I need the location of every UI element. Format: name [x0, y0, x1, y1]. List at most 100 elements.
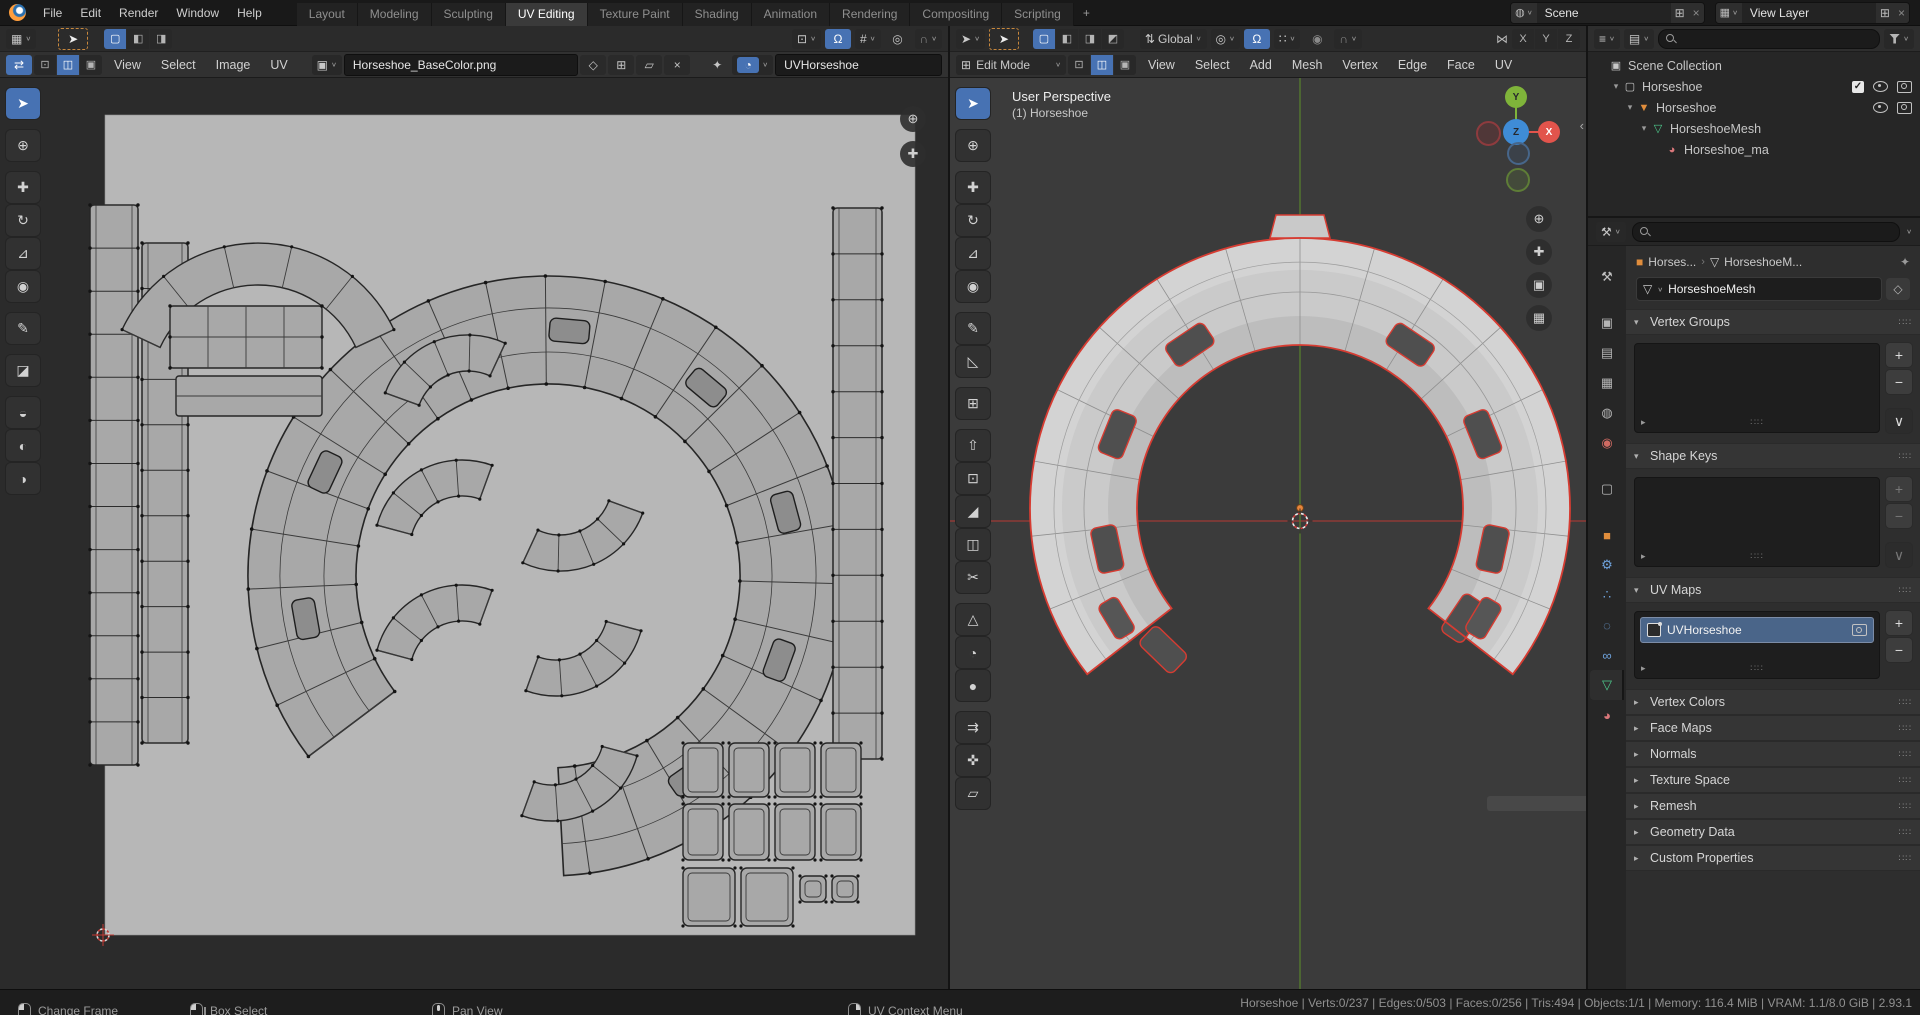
- add-button[interactable]: +: [1886, 477, 1912, 501]
- uv-scale-tool[interactable]: ⊿: [6, 238, 40, 269]
- vp-menu-mesh[interactable]: Mesh: [1282, 53, 1333, 77]
- uv-rip-region-tool[interactable]: ◪: [6, 355, 40, 386]
- breadcrumb-data[interactable]: HorseshoeM...: [1724, 255, 1802, 269]
- outliner-display-dropdown[interactable]: ≡ ∨: [1594, 28, 1620, 49]
- eye-icon[interactable]: [1873, 81, 1888, 92]
- properties-tab-view-layer[interactable]: ▦: [1590, 368, 1624, 398]
- drag-dots-icon[interactable]: ∷∷: [1899, 451, 1912, 462]
- vp-menu-uv[interactable]: UV: [1485, 53, 1522, 77]
- uv-active-tool-indicator[interactable]: ➤: [58, 27, 89, 50]
- zoom-icon[interactable]: ⊕: [900, 106, 926, 132]
- panel-header[interactable]: ▸ Face Maps ∷∷: [1626, 715, 1920, 741]
- vp-knife-tool[interactable]: ✂: [956, 562, 990, 593]
- vp-select-subtract-button[interactable]: ◨: [1078, 28, 1101, 49]
- drag-dots-icon[interactable]: ∷∷: [1899, 801, 1912, 812]
- uv-face-mode-button[interactable]: ▣: [80, 54, 102, 75]
- uv-snap-target-dropdown[interactable]: # ∨: [854, 28, 881, 49]
- navigation-gizmo[interactable]: Y Z X: [1476, 86, 1560, 194]
- vp-snap-target-dropdown[interactable]: ∷ ∨: [1273, 28, 1301, 49]
- uv-relax-tool[interactable]: ◐: [6, 430, 40, 461]
- add-workspace-button[interactable]: +: [1074, 3, 1099, 23]
- properties-tab-world[interactable]: ◉: [1590, 428, 1624, 458]
- uv-menu-select[interactable]: Select: [151, 53, 206, 77]
- properties-tab-material[interactable]: ◕: [1590, 700, 1624, 730]
- uv-grab-tool[interactable]: ◒: [6, 397, 40, 428]
- camera-icon[interactable]: [1897, 101, 1912, 114]
- outliner-search-input[interactable]: [1658, 28, 1881, 49]
- drag-dots-icon[interactable]: ∷∷: [1899, 723, 1912, 734]
- uv-edge-mode-button[interactable]: ◫: [57, 54, 79, 75]
- ortho-grid-icon[interactable]: ▦: [1526, 305, 1552, 331]
- scene-new-button[interactable]: ⊞: [1670, 2, 1689, 23]
- properties-editor-dropdown[interactable]: ⚒ ∨: [1596, 221, 1626, 242]
- menu-edit[interactable]: Edit: [71, 0, 110, 26]
- fake-user-shield-button[interactable]: ◇: [580, 54, 607, 75]
- vp-select-invert-button[interactable]: ◩: [1101, 28, 1124, 49]
- vp-poly-build-tool[interactable]: △: [956, 604, 990, 635]
- properties-tab-scene[interactable]: ◍: [1590, 398, 1624, 428]
- vp-shrink-fatten-tool[interactable]: ✜: [956, 745, 990, 776]
- camera-icon[interactable]: [1897, 80, 1912, 93]
- vp-extrude-region-tool[interactable]: ⇧: [956, 430, 990, 461]
- scene-name-field[interactable]: Scene: [1537, 6, 1671, 20]
- uv-select-box-tool[interactable]: ➤: [6, 88, 40, 119]
- chevron-down-icon[interactable]: ∨: [1906, 228, 1912, 235]
- uv-falloff-dropdown[interactable]: ∩ ∨: [914, 28, 942, 49]
- pin-icon[interactable]: ✦: [1900, 255, 1910, 269]
- properties-tab-particles[interactable]: ∴: [1590, 580, 1624, 610]
- uv-sync-toggle[interactable]: ⇄: [6, 54, 32, 75]
- workspace-tab-layout[interactable]: Layout: [296, 2, 358, 26]
- list-expand-icon[interactable]: ▸: [1641, 551, 1646, 562]
- properties-tab-object[interactable]: ■: [1590, 520, 1624, 550]
- uv-cursor-tool[interactable]: ⊕: [6, 130, 40, 161]
- list-drag-dots-icon[interactable]: ∷∷: [1750, 663, 1763, 674]
- uv-select-extend-button[interactable]: ◧: [127, 28, 150, 49]
- zoom-icon[interactable]: ⊕: [1526, 206, 1552, 232]
- expander-icon[interactable]: ▾: [1638, 123, 1650, 134]
- mesh-name-field[interactable]: ▽ ∨ HorseshoeMesh: [1636, 277, 1882, 301]
- checkbox-icon[interactable]: ✓: [1852, 80, 1864, 93]
- empty-list[interactable]: ▸ ∷∷: [1634, 343, 1880, 433]
- panel-header[interactable]: ▾ Vertex Groups ∷∷: [1626, 309, 1920, 335]
- gizmo-x-axis[interactable]: X: [1538, 121, 1560, 143]
- panel-header[interactable]: ▾ UV Maps ∷∷: [1626, 577, 1920, 603]
- add-button[interactable]: +: [1886, 343, 1912, 367]
- uv-map-name-field[interactable]: UVHorseshoe: [775, 53, 942, 76]
- fake-user-shield-button[interactable]: ◇: [1886, 278, 1910, 300]
- properties-tab-object-data[interactable]: ▽: [1590, 670, 1624, 700]
- menu-help[interactable]: Help: [228, 0, 271, 26]
- uv-canvas[interactable]: ➤ ⊕ ✚ ↻ ⊿ ◉ ✎ ◪ ◒ ◐ ◑ ⊕ ✚: [0, 78, 948, 989]
- vp-rotate-tool[interactable]: ↻: [956, 205, 990, 236]
- vp-falloff-dropdown[interactable]: ∩ ∨: [1334, 28, 1362, 49]
- view-layer-new-button[interactable]: ⊞: [1875, 2, 1894, 23]
- panel-header[interactable]: ▾ Shape Keys ∷∷: [1626, 443, 1920, 469]
- properties-tab-physics[interactable]: ◌: [1590, 610, 1624, 640]
- vp-select-new-button[interactable]: ▢: [1032, 28, 1055, 49]
- uv-display-dropdown[interactable]: ◔ ∨: [732, 54, 774, 75]
- drag-dots-icon[interactable]: ∷∷: [1899, 775, 1912, 786]
- vp-smooth-tool[interactable]: ●: [956, 670, 990, 701]
- expander-icon[interactable]: ▾: [1610, 81, 1622, 92]
- uv-menu-view[interactable]: View: [104, 53, 151, 77]
- drag-dots-icon[interactable]: ∷∷: [1899, 697, 1912, 708]
- uv-annotate-tool[interactable]: ✎: [6, 313, 40, 344]
- breadcrumb-object[interactable]: Horses...: [1648, 255, 1696, 269]
- uv-vertex-mode-button[interactable]: ⊡: [34, 54, 56, 75]
- vp-scale-tool[interactable]: ⊿: [956, 238, 990, 269]
- drag-dots-icon[interactable]: ∷∷: [1899, 585, 1912, 596]
- uv-active-tool-dropdown[interactable]: ▦ ∨: [6, 28, 37, 49]
- image-name-field[interactable]: Horseshoe_BaseColor.png: [343, 53, 579, 76]
- panel-header[interactable]: ▸ Remesh ∷∷: [1626, 793, 1920, 819]
- eye-icon[interactable]: [1873, 102, 1888, 113]
- vertex-mode-button[interactable]: ⊡: [1067, 54, 1090, 75]
- workspace-tab-shading[interactable]: Shading: [682, 2, 752, 26]
- menu-file[interactable]: File: [34, 0, 71, 26]
- view-layer-name-field[interactable]: View Layer: [1742, 6, 1876, 20]
- mirror-y-button[interactable]: Y: [1535, 28, 1557, 49]
- vp-annotate-tool[interactable]: ✎: [956, 313, 990, 344]
- drag-dots-icon[interactable]: ∷∷: [1899, 827, 1912, 838]
- gizmo-y-neg-axis[interactable]: [1506, 168, 1530, 192]
- properties-tab-tool[interactable]: ⚒: [1590, 262, 1624, 292]
- view-layer-remove-button[interactable]: ×: [1893, 2, 1909, 23]
- uv-move-tool[interactable]: ✚: [6, 172, 40, 203]
